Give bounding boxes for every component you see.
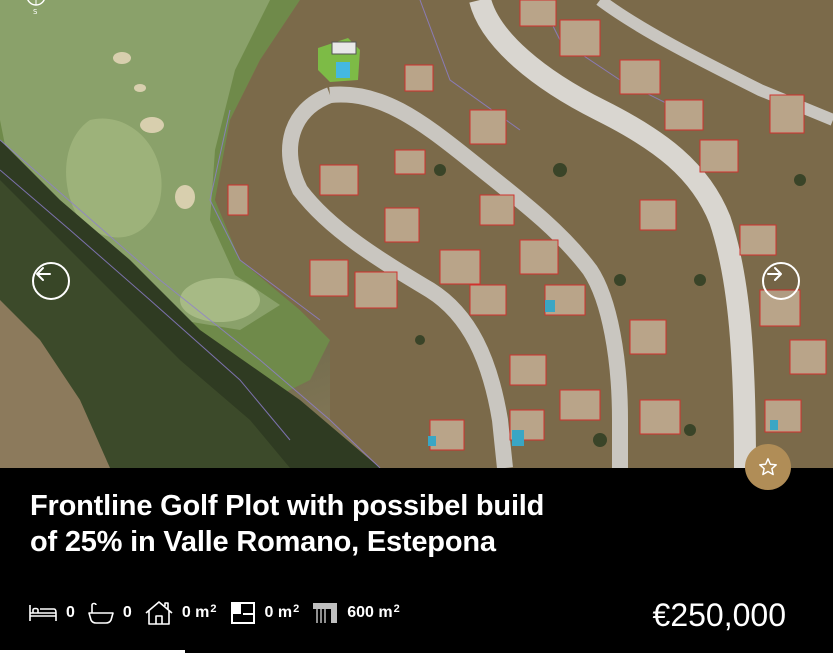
feature-bedrooms: 0 xyxy=(28,602,75,624)
built-area-unit-exponent: 2 xyxy=(210,603,217,615)
feature-built-area: 0 m2 xyxy=(144,600,217,626)
plot-icon xyxy=(313,603,338,623)
interior-area-value: 0 m xyxy=(264,604,293,621)
bath-icon xyxy=(88,602,114,624)
house-icon xyxy=(145,601,173,625)
arrow-left-icon xyxy=(36,267,51,281)
bed-icon xyxy=(29,605,57,621)
compass-icon: W S xyxy=(16,0,56,24)
next-image-button[interactable] xyxy=(762,262,800,300)
floorplan-icon xyxy=(230,602,255,624)
feature-list: 0 0 0 m2 0 m2 600 m 2 xyxy=(28,598,412,628)
interior-area-unit-exponent: 2 xyxy=(293,603,300,615)
feature-bathrooms: 0 xyxy=(87,601,132,625)
compass-south-label: S xyxy=(33,8,38,16)
aerial-map-graphic xyxy=(0,0,833,468)
plot-area-unit-exponent: 2 xyxy=(393,603,400,615)
built-area-value: 0 m xyxy=(181,604,210,621)
property-aerial-photo[interactable]: W S xyxy=(0,0,833,468)
listing-title[interactable]: Frontline Golf Plot with possibel build … xyxy=(30,488,650,560)
previous-image-button[interactable] xyxy=(32,262,70,300)
bedrooms-value: 0 xyxy=(66,604,75,621)
listing-price: €250,000 xyxy=(652,597,786,633)
plot-area-value: 600 m xyxy=(347,604,393,621)
listing-title-line-2: of 25% in Valle Romano, Estepona xyxy=(30,526,496,558)
bathrooms-value: 0 xyxy=(122,604,132,621)
feature-interior-area: 0 m2 xyxy=(229,600,300,626)
feature-plot-area: 600 m2 xyxy=(311,600,400,626)
star-icon xyxy=(759,458,777,476)
arrow-right-icon xyxy=(767,267,782,281)
favorite-button[interactable] xyxy=(745,444,791,490)
property-card[interactable]: W S Frontline Golf Plot with possibel bu… xyxy=(0,0,833,653)
listing-title-line-1: Frontline Golf Plot with possibel build xyxy=(30,490,545,522)
